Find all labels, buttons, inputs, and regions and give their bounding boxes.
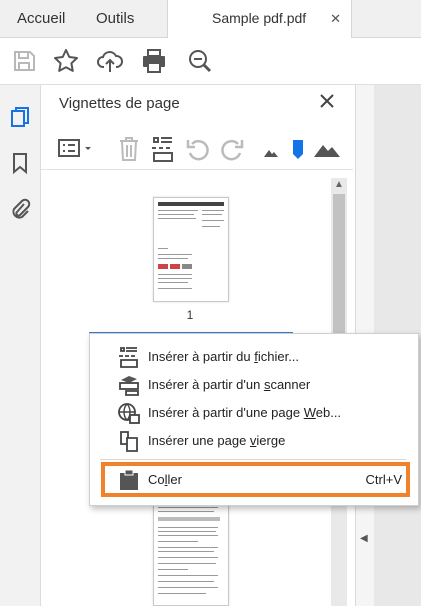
insert-page-icon[interactable] — [151, 135, 175, 163]
bookmark-icon[interactable] — [9, 151, 31, 175]
zoom-small-icon[interactable] — [263, 135, 279, 163]
close-panel-icon[interactable] — [317, 91, 337, 111]
scroll-up-icon[interactable]: ▲ — [334, 179, 344, 190]
zoom-out-icon[interactable] — [186, 47, 214, 75]
menu-separator — [100, 459, 406, 460]
web-page-icon — [118, 403, 140, 424]
menu-item-label: Insérer à partir d'un scanner — [148, 377, 311, 392]
paste-highlight-box — [101, 462, 410, 497]
cloud-upload-icon[interactable] — [96, 47, 124, 75]
close-tab-icon[interactable]: ✕ — [330, 0, 341, 37]
menu-item-label: Insérer à partir du fichier... — [148, 349, 300, 364]
rotate-right-icon[interactable] — [219, 135, 245, 163]
scanner-icon — [119, 376, 139, 396]
page-number-label: 1 — [186, 308, 194, 322]
save-icon[interactable] — [10, 47, 38, 75]
attachment-icon[interactable] — [9, 197, 31, 221]
panel-title: Vignettes de page — [59, 95, 180, 112]
main-toolbar — [0, 38, 421, 85]
rotate-left-icon[interactable] — [185, 135, 211, 163]
menu-item-label: Insérer une page vierge — [148, 433, 286, 448]
blank-page-icon — [120, 431, 138, 452]
page-thumbnail-2[interactable] — [153, 500, 229, 606]
options-menu-icon[interactable] — [57, 135, 95, 163]
print-icon[interactable] — [140, 47, 168, 75]
menu-item-insert-from-scanner[interactable]: Insérer à partir d'un scanner — [90, 371, 418, 399]
insert-from-file-icon — [119, 347, 138, 368]
tab-document[interactable]: Sample pdf.pdf ✕ — [167, 0, 352, 38]
collapse-panel-icon[interactable]: ◀ — [360, 533, 368, 544]
tab-home[interactable]: Accueil — [17, 0, 65, 37]
page-thumbnail-1[interactable] — [153, 197, 229, 302]
menu-item-insert-from-web[interactable]: Insérer à partir d'une page Web... — [90, 399, 418, 427]
zoom-marker-icon[interactable] — [291, 135, 305, 163]
menu-item-insert-blank-page[interactable]: Insérer une page vierge — [90, 427, 418, 455]
tab-bar: Accueil Outils Sample pdf.pdf ✕ — [0, 0, 421, 38]
menu-item-insert-from-file[interactable]: Insérer à partir du fichier... — [90, 343, 418, 371]
menu-item-label: Insérer à partir d'une page Web... — [148, 405, 342, 420]
page-thumbnails-icon[interactable] — [9, 105, 31, 129]
tab-tools[interactable]: Outils — [96, 0, 134, 37]
zoom-large-icon[interactable] — [313, 135, 341, 163]
scrollbar-thumb[interactable] — [333, 194, 345, 334]
thumbnails-toolbar — [41, 129, 353, 170]
left-navigation-rail — [0, 85, 41, 606]
delete-icon[interactable] — [117, 135, 141, 163]
tab-document-label: Sample pdf.pdf — [212, 10, 307, 26]
star-icon[interactable] — [52, 47, 80, 75]
